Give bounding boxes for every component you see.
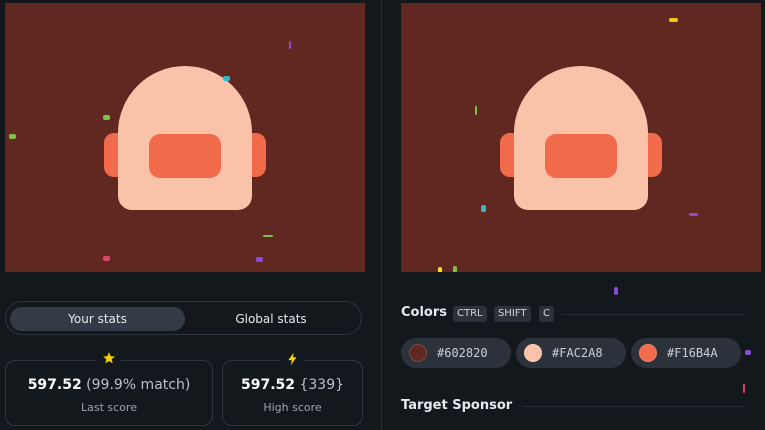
last-score-match: (99.9% match) bbox=[86, 377, 191, 393]
confetti-piece bbox=[614, 287, 618, 295]
confetti-piece bbox=[453, 266, 457, 272]
color-swatch-chip[interactable]: #602820 bbox=[401, 338, 511, 368]
confetti-piece bbox=[745, 350, 751, 355]
shortcut-key: CTRL bbox=[453, 306, 487, 322]
right-panel: Colors CTRL SHIFT C #602820 #FAC2A8 #F16… bbox=[382, 0, 765, 430]
color-swatch-chip[interactable]: #F16B4A bbox=[631, 338, 741, 368]
shortcut-key: C bbox=[539, 306, 554, 322]
color-dot bbox=[409, 344, 427, 362]
your-drawing-canvas[interactable] bbox=[5, 3, 365, 272]
color-hex: #602820 bbox=[437, 346, 488, 360]
confetti-piece bbox=[743, 384, 745, 393]
confetti-piece bbox=[689, 213, 698, 216]
section-divider bbox=[562, 314, 745, 315]
last-score-line: 597.52 (99.9% match) bbox=[6, 377, 212, 393]
tab-global-stats[interactable]: Global stats bbox=[191, 307, 351, 331]
confetti-piece bbox=[263, 235, 273, 237]
confetti-piece bbox=[256, 257, 263, 262]
high-score-label: High score bbox=[263, 401, 322, 414]
tab-your-stats[interactable]: Your stats bbox=[10, 307, 185, 331]
stats-tabs: Your stats Global stats bbox=[5, 301, 362, 335]
visor-shape bbox=[545, 134, 617, 178]
section-divider bbox=[522, 406, 745, 407]
color-hex: #FAC2A8 bbox=[552, 346, 603, 360]
confetti-piece bbox=[223, 76, 230, 81]
left-panel: Your stats Global stats 597.52 (99.9% ma… bbox=[0, 0, 381, 430]
colors-section-title: Colors bbox=[401, 305, 448, 320]
last-score-value: 597.52 bbox=[27, 377, 82, 393]
lightning-icon bbox=[280, 351, 305, 371]
color-hex: #F16B4A bbox=[667, 346, 718, 360]
star-icon bbox=[97, 351, 121, 371]
confetti-piece bbox=[438, 267, 442, 272]
target-image-canvas bbox=[401, 3, 761, 272]
shortcut-key: SHIFT bbox=[494, 306, 531, 322]
confetti-piece bbox=[9, 134, 16, 139]
color-dot bbox=[524, 344, 542, 362]
helmet-figure bbox=[104, 65, 266, 211]
visor-shape bbox=[149, 134, 221, 178]
target-sponsor-title: Target Sponsor bbox=[401, 398, 513, 413]
confetti-piece bbox=[289, 41, 291, 49]
confetti-piece bbox=[103, 256, 110, 261]
high-score-value: 597.52 bbox=[240, 377, 296, 393]
last-score-label: Last score bbox=[81, 401, 137, 414]
confetti-piece bbox=[103, 115, 110, 120]
confetti-piece bbox=[481, 205, 486, 212]
confetti-piece bbox=[669, 18, 678, 22]
high-score-line: 597.52 {339} bbox=[223, 377, 362, 393]
last-score-card: 597.52 (99.9% match) Last score bbox=[5, 351, 213, 426]
target-helmet-figure bbox=[500, 65, 662, 211]
confetti-piece bbox=[475, 106, 477, 115]
high-score-count: {339} bbox=[299, 377, 345, 393]
color-dot bbox=[639, 344, 657, 362]
high-score-card: 597.52 {339} High score bbox=[222, 351, 363, 426]
color-swatch-chip[interactable]: #FAC2A8 bbox=[516, 338, 626, 368]
